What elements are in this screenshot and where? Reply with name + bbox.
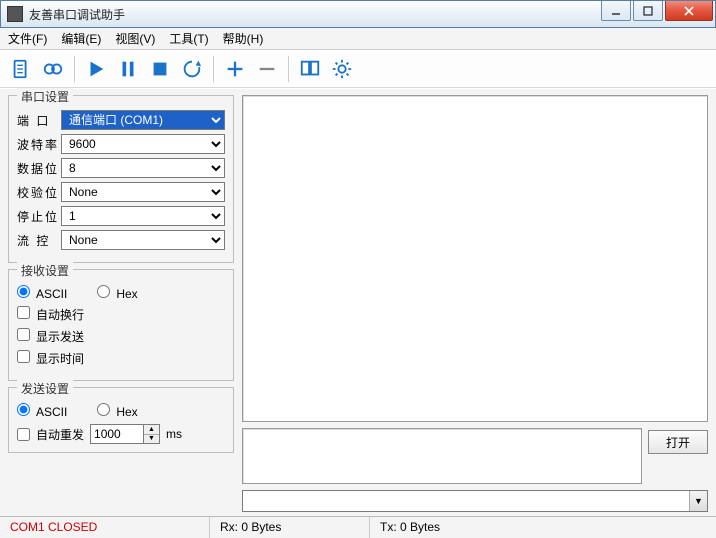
send-settings-group: 发送设置 ASCII Hex 自动重发 ▲▼ ms bbox=[8, 387, 234, 453]
serial-settings-group: 串口设置 端 口 通信端口 (COM1) 波特率 9600 数据位 8 校验位 … bbox=[8, 95, 234, 263]
baud-label: 波特率 bbox=[17, 136, 61, 153]
interval-input[interactable] bbox=[91, 425, 143, 443]
parity-label: 校验位 bbox=[17, 184, 61, 201]
flow-label: 流 控 bbox=[17, 232, 61, 249]
window-title: 友善串口调试助手 bbox=[29, 6, 599, 23]
baud-select[interactable]: 9600 bbox=[61, 134, 225, 154]
chevron-down-icon[interactable]: ▼ bbox=[689, 491, 707, 511]
window-buttons bbox=[599, 1, 713, 21]
menu-tools[interactable]: 工具(T) bbox=[169, 30, 208, 47]
new-file-icon[interactable] bbox=[6, 54, 36, 84]
right-column: 打开 ▼ bbox=[242, 95, 708, 512]
serial-legend: 串口设置 bbox=[17, 88, 73, 105]
record-icon[interactable] bbox=[38, 54, 68, 84]
send-ascii-radio[interactable]: ASCII bbox=[17, 403, 67, 419]
title-bar: 友善串口调试助手 bbox=[0, 0, 716, 28]
auto-wrap-checkbox[interactable]: 自动换行 bbox=[17, 306, 84, 323]
stopbits-select[interactable]: 1 bbox=[61, 206, 225, 226]
parity-select[interactable]: None bbox=[61, 182, 225, 202]
receive-settings-group: 接收设置 ASCII Hex 自动换行 显示发送 显示时间 bbox=[8, 269, 234, 381]
spin-down-icon[interactable]: ▼ bbox=[144, 435, 159, 444]
stop-label: 停止位 bbox=[17, 208, 61, 225]
show-send-checkbox[interactable]: 显示发送 bbox=[17, 328, 84, 345]
send-textarea[interactable] bbox=[242, 428, 642, 484]
stop-icon[interactable] bbox=[145, 54, 175, 84]
history-combo[interactable]: ▼ bbox=[242, 490, 708, 512]
play-icon[interactable] bbox=[81, 54, 111, 84]
minimize-button[interactable] bbox=[601, 1, 631, 21]
app-icon bbox=[7, 6, 23, 22]
gear-icon[interactable] bbox=[327, 54, 357, 84]
send-hex-radio[interactable]: Hex bbox=[97, 403, 137, 419]
show-time-checkbox[interactable]: 显示时间 bbox=[17, 350, 84, 367]
left-column: 串口设置 端 口 通信端口 (COM1) 波特率 9600 数据位 8 校验位 … bbox=[8, 95, 234, 512]
recv-hex-radio[interactable]: Hex bbox=[97, 285, 137, 301]
window-icon[interactable] bbox=[295, 54, 325, 84]
menu-edit[interactable]: 编辑(E) bbox=[61, 30, 101, 47]
menu-file[interactable]: 文件(F) bbox=[8, 30, 47, 47]
menu-bar: 文件(F) 编辑(E) 视图(V) 工具(T) 帮助(H) bbox=[0, 28, 716, 50]
refresh-icon[interactable] bbox=[177, 54, 207, 84]
menu-view[interactable]: 视图(V) bbox=[115, 30, 155, 47]
data-label: 数据位 bbox=[17, 160, 61, 177]
port-select[interactable]: 通信端口 (COM1) bbox=[61, 110, 225, 130]
recv-legend: 接收设置 bbox=[17, 262, 73, 279]
interval-unit: ms bbox=[166, 427, 182, 441]
spin-up-icon[interactable]: ▲ bbox=[144, 425, 159, 435]
toolbar-separator bbox=[74, 56, 75, 82]
client-area: 串口设置 端 口 通信端口 (COM1) 波特率 9600 数据位 8 校验位 … bbox=[0, 88, 716, 516]
receive-textarea[interactable] bbox=[242, 95, 708, 422]
pause-icon[interactable] bbox=[113, 54, 143, 84]
toolbar bbox=[0, 50, 716, 88]
status-port: COM1 CLOSED bbox=[0, 517, 210, 538]
auto-resend-checkbox[interactable]: 自动重发 bbox=[17, 426, 84, 443]
plus-icon[interactable] bbox=[220, 54, 250, 84]
interval-spinner[interactable]: ▲▼ bbox=[90, 424, 160, 444]
recv-ascii-radio[interactable]: ASCII bbox=[17, 285, 67, 301]
databits-select[interactable]: 8 bbox=[61, 158, 225, 178]
close-button[interactable] bbox=[665, 1, 713, 21]
flow-select[interactable]: None bbox=[61, 230, 225, 250]
status-rx: Rx: 0 Bytes bbox=[210, 517, 370, 538]
send-legend: 发送设置 bbox=[17, 380, 73, 397]
toolbar-separator bbox=[288, 56, 289, 82]
toolbar-separator bbox=[213, 56, 214, 82]
open-button[interactable]: 打开 bbox=[648, 430, 708, 454]
port-label: 端 口 bbox=[17, 112, 61, 129]
maximize-button[interactable] bbox=[633, 1, 663, 21]
minus-icon[interactable] bbox=[252, 54, 282, 84]
menu-help[interactable]: 帮助(H) bbox=[223, 30, 264, 47]
status-bar: COM1 CLOSED Rx: 0 Bytes Tx: 0 Bytes bbox=[0, 516, 716, 538]
status-tx: Tx: 0 Bytes bbox=[370, 517, 716, 538]
